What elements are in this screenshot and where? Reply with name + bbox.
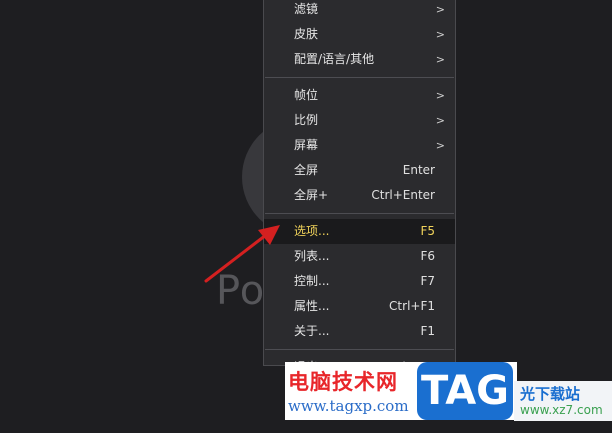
- menu-item-screen[interactable]: 屏幕 >: [264, 133, 455, 158]
- menu-item-fullscreen-plus[interactable]: 全屏+ Ctrl+Enter: [264, 183, 455, 208]
- menu-item-frame[interactable]: 帧位 >: [264, 83, 455, 108]
- menu-item-options[interactable]: 选项... F5: [264, 219, 455, 244]
- watermark-tag-badge: TAG: [417, 362, 513, 420]
- watermark-site-url: www.tagxp.com: [288, 397, 409, 415]
- menu-item-filter[interactable]: 滤镜 >: [264, 0, 455, 22]
- menu-item-label: 全屏: [294, 163, 319, 177]
- menu-item-shortcut: Ctrl+F1: [389, 299, 435, 313]
- menu-separator: [265, 213, 454, 214]
- menu-item-label: 屏幕: [294, 138, 319, 152]
- menu-item-label: 皮肤: [294, 27, 319, 41]
- menu-item-shortcut: F6: [420, 249, 435, 263]
- watermark-site-name: 电脑技术网: [288, 370, 398, 394]
- menu-item-label: 属性...: [294, 299, 330, 313]
- context-menu: 滤镜 > 皮肤 > 配置/语言/其他 > 帧位 > 比例 > 屏幕 > 全屏 E…: [263, 0, 456, 374]
- menu-item-label: 配置/语言/其他: [294, 52, 375, 66]
- watermark-right-panel: 光下载站 www.xz7.com: [514, 381, 612, 421]
- menu-separator: [265, 77, 454, 78]
- menu-item-about[interactable]: 关于... F1: [264, 319, 455, 344]
- menu-item-control[interactable]: 控制... F7: [264, 269, 455, 294]
- menu-item-shortcut: F5: [420, 224, 435, 238]
- submenu-arrow-icon: >: [435, 114, 445, 127]
- annotation-arrow-icon: [204, 225, 280, 283]
- menu-item-label: 选项...: [294, 224, 330, 238]
- watermark: 电脑技术网 www.tagxp.com TAG 光下载站 www.xz7.com: [285, 362, 612, 433]
- menu-item-config-language-other[interactable]: 配置/语言/其他 >: [264, 47, 455, 72]
- submenu-arrow-icon: >: [435, 28, 445, 41]
- menu-item-label: 控制...: [294, 274, 330, 288]
- menu-item-fullscreen[interactable]: 全屏 Enter: [264, 158, 455, 183]
- menu-item-skin[interactable]: 皮肤 >: [264, 22, 455, 47]
- menu-item-label: 列表...: [294, 249, 330, 263]
- menu-item-label: 比例: [294, 113, 319, 127]
- menu-item-label: 关于...: [294, 324, 330, 338]
- menu-item-shortcut: Ctrl+Enter: [371, 188, 435, 202]
- menu-item-properties[interactable]: 属性... Ctrl+F1: [264, 294, 455, 319]
- player-window: Po 滤镜 > 皮肤 > 配置/语言/其他 > 帧位 > 比例 > 屏幕 > 全…: [0, 0, 612, 433]
- menu-item-shortcut: Enter: [402, 163, 435, 177]
- menu-item-ratio[interactable]: 比例 >: [264, 108, 455, 133]
- menu-item-shortcut: F7: [420, 274, 435, 288]
- submenu-arrow-icon: >: [435, 3, 445, 16]
- submenu-arrow-icon: >: [435, 89, 445, 102]
- menu-separator: [265, 349, 454, 350]
- submenu-arrow-icon: >: [435, 139, 445, 152]
- menu-item-label: 全屏+: [294, 188, 329, 202]
- watermark-right-name: 光下载站: [520, 385, 581, 403]
- submenu-arrow-icon: >: [435, 53, 445, 66]
- menu-item-shortcut: F1: [420, 324, 435, 338]
- watermark-right-url: www.xz7.com: [520, 403, 603, 417]
- menu-item-playlist[interactable]: 列表... F6: [264, 244, 455, 269]
- menu-item-label: 滤镜: [294, 2, 319, 16]
- menu-item-label: 帧位: [294, 88, 319, 102]
